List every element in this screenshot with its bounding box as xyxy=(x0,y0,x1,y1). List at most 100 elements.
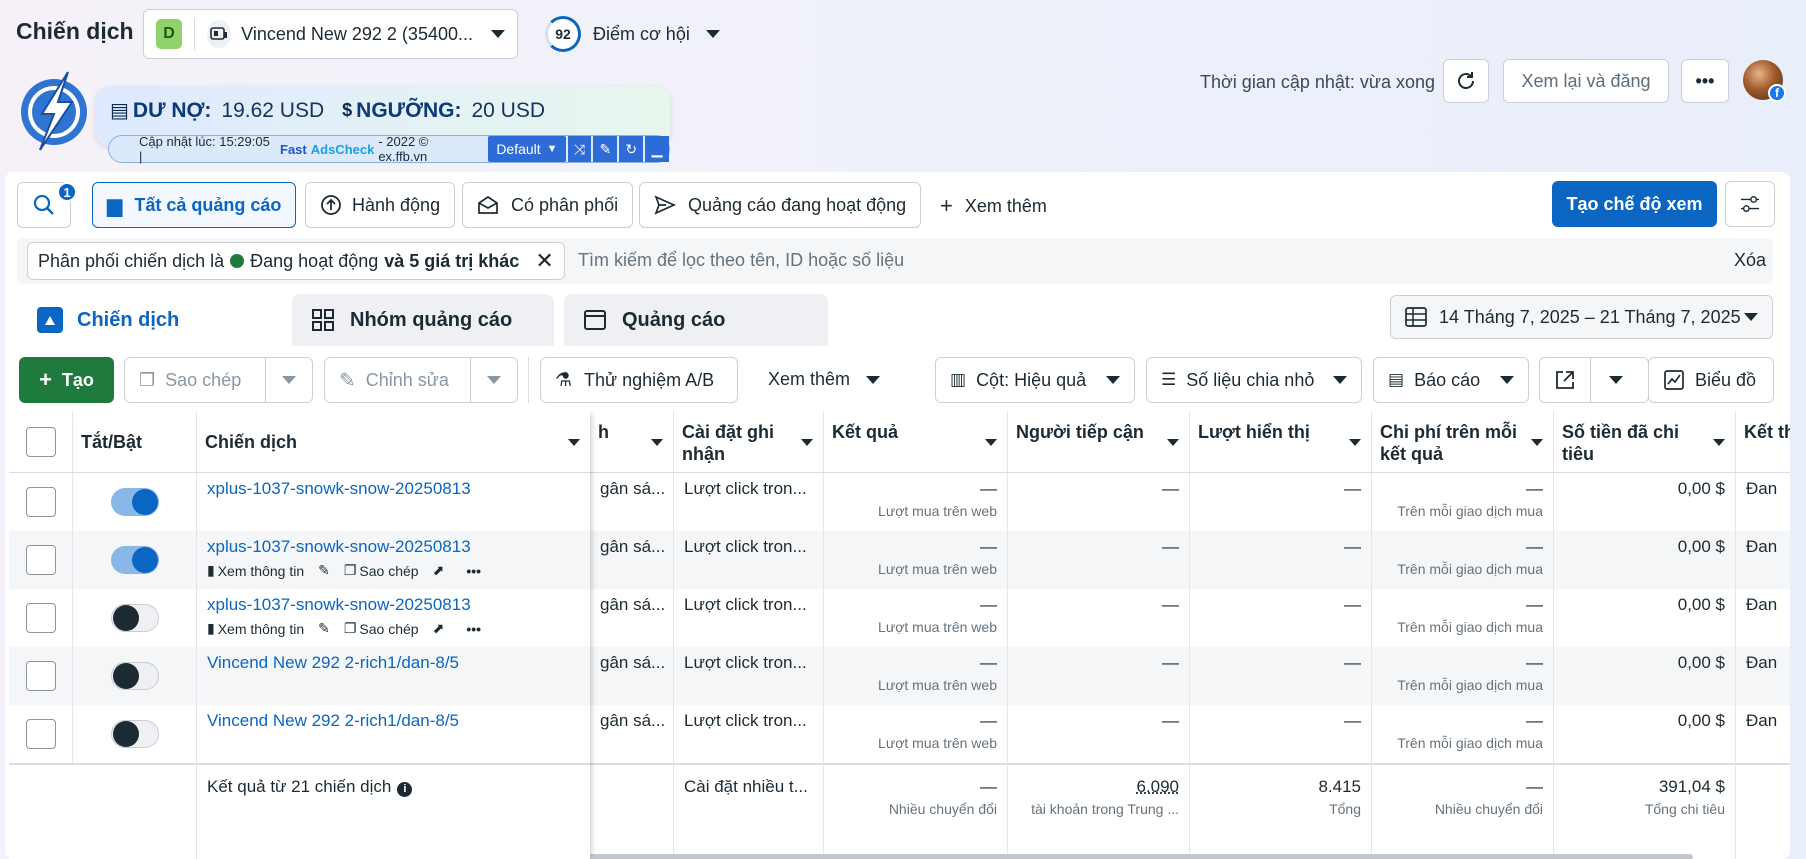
clear-filters-button[interactable]: Xóa xyxy=(1734,250,1766,271)
filter-chip[interactable]: Phân phối chiến dịch là Đang hoạt động v… xyxy=(27,242,565,280)
chart-trend-icon[interactable]: ⬈ xyxy=(433,562,445,579)
cell-value: gân sá... xyxy=(600,537,666,556)
duplicate-button-group[interactable]: ❐ Sao chép xyxy=(124,357,313,403)
select-all-checkbox[interactable] xyxy=(25,426,56,457)
reports-button[interactable]: ▤ Báo cáo xyxy=(1373,357,1529,403)
more-options-button[interactable]: ••• xyxy=(1681,59,1729,103)
ad-account-icon xyxy=(206,20,232,48)
refresh-button[interactable] xyxy=(1443,59,1489,103)
column-header-results[interactable]: Kết quả xyxy=(824,411,1008,473)
edit-icon[interactable]: ✎ xyxy=(593,136,618,162)
create-button[interactable]: + Tạo xyxy=(19,357,114,403)
close-icon[interactable]: ✕ xyxy=(535,248,553,274)
columns-button[interactable]: ▥ Cột: Hiệu quả xyxy=(935,357,1135,403)
columns-label: Cột: Hiệu quả xyxy=(976,369,1087,390)
row-checkbox[interactable] xyxy=(25,545,56,575)
row-more-button[interactable]: ••• xyxy=(466,563,481,579)
more-actions-button[interactable]: Xem thêm xyxy=(768,369,881,390)
export-icon[interactable] xyxy=(1540,369,1590,391)
duplicate-icon: ❐ xyxy=(139,369,156,390)
view-info-link[interactable]: Xem thông tin xyxy=(218,563,304,579)
chevron-down-icon[interactable] xyxy=(1609,376,1623,384)
date-range-picker[interactable]: 14 Tháng 7, 2025 – 21 Tháng 7, 2025 xyxy=(1390,295,1773,339)
view-info-link[interactable]: Xem thông tin xyxy=(218,621,304,637)
chevron-down-icon[interactable] xyxy=(282,376,296,384)
duplicate-link[interactable]: Sao chép xyxy=(359,563,418,579)
campaign-toggle[interactable] xyxy=(110,720,159,748)
summary-value[interactable]: 6.090 xyxy=(1018,777,1179,797)
shuffle-icon[interactable]: ⤨ xyxy=(567,136,592,162)
pencil-icon[interactable]: ✎ xyxy=(318,620,330,637)
profile-select[interactable]: Default ▼ xyxy=(488,136,566,162)
threshold-label: NGƯỠNG: xyxy=(356,98,462,122)
chevron-down-icon[interactable] xyxy=(487,376,501,384)
cell-cpr: — Trên mỗi giao dịch mua xyxy=(1372,589,1554,647)
campaign-name-link[interactable]: xplus-1037-snowk-snow-20250813 xyxy=(207,537,580,557)
column-header-reach[interactable]: Người tiếp cận xyxy=(1008,411,1190,473)
review-and-publish-button[interactable]: Xem lại và đăng xyxy=(1503,59,1669,103)
sync-icon[interactable]: ↻ xyxy=(619,136,644,162)
campaign-toggle[interactable] xyxy=(110,546,159,574)
account-selector[interactable]: D Vincend New 292 2 (35400... xyxy=(143,9,518,59)
column-header-campaign[interactable]: Chiến dịch xyxy=(197,411,590,473)
row-checkbox[interactable] xyxy=(25,603,56,633)
row-checkbox[interactable] xyxy=(25,487,56,517)
campaign-name-link[interactable]: Vincend New 292 2-rich1/dan-8/5 xyxy=(207,653,580,673)
chart-trend-icon[interactable]: ⬈ xyxy=(433,620,445,637)
ab-test-button[interactable]: ⚗ Thử nghiệm A/B xyxy=(540,357,738,403)
refresh-icon xyxy=(1458,72,1474,89)
toggle-knob xyxy=(131,489,158,515)
tab-campaigns[interactable]: Chiến dịch xyxy=(19,292,282,348)
export-button-group[interactable] xyxy=(1539,357,1649,403)
column-header-budget[interactable]: h xyxy=(590,411,674,473)
cell-cpr: — Trên mỗi giao dịch mua xyxy=(1372,531,1554,589)
pencil-icon[interactable]: ✎ xyxy=(318,562,330,579)
column-header-amount-spent[interactable]: Số tiền đã chi tiêu xyxy=(1554,411,1736,473)
tab-adsets[interactable]: Nhóm quảng cáo xyxy=(292,294,554,346)
horizontal-scrollbar[interactable] xyxy=(495,854,1693,859)
campaign-name-link[interactable]: xplus-1037-snowk-snow-20250813 xyxy=(207,479,580,499)
all-ads-button[interactable]: ▆ Tất cả quảng cáo xyxy=(92,182,297,228)
upload-circle-icon xyxy=(321,195,341,215)
column-header-cost-per-result[interactable]: Chi phí trên mỗi kết quả xyxy=(1372,411,1554,473)
cell-value: — xyxy=(980,595,997,614)
row-more-button[interactable]: ••• xyxy=(466,621,481,637)
column-header-ends[interactable]: Kết th xyxy=(1736,411,1790,473)
dollar-doc-icon: $ xyxy=(342,100,353,120)
row-checkbox[interactable] xyxy=(25,719,56,749)
cell-attribution: Lượt click tron... xyxy=(674,531,824,589)
debt-value: 19.62 USD xyxy=(221,98,325,122)
duplicate-link[interactable]: Sao chép xyxy=(359,621,418,637)
opportunity-score-button[interactable]: 92 Điểm cơ hội xyxy=(545,16,720,52)
cell-value: — xyxy=(1344,595,1361,614)
active-ads-button[interactable]: Quảng cáo đang hoạt động xyxy=(639,182,922,228)
status-suffix: - 2022 © ex.ffb.vn xyxy=(378,134,429,164)
row-checkbox[interactable] xyxy=(25,661,56,691)
campaign-name-link[interactable]: Vincend New 292 2-rich1/dan-8/5 xyxy=(207,711,580,731)
breakdown-button[interactable]: ☰ Số liệu chia nhỏ xyxy=(1146,357,1362,403)
campaign-name-link[interactable]: xplus-1037-snowk-snow-20250813 xyxy=(207,595,580,615)
tab-ads[interactable]: Quảng cáo xyxy=(564,294,828,346)
campaign-toggle[interactable] xyxy=(110,488,159,516)
column-header-attribution[interactable]: Cài đặt ghi nhận xyxy=(674,411,824,473)
create-view-button[interactable]: Tạo chế độ xem xyxy=(1552,181,1717,227)
settings-sliders-button[interactable] xyxy=(1725,181,1775,227)
chart-button[interactable]: Biểu đồ xyxy=(1648,357,1774,403)
column-header-impressions[interactable]: Lượt hiển thị xyxy=(1190,411,1372,473)
summary-reach: 6.090 tài khoản trong Trung ... xyxy=(1008,765,1190,859)
delivery-button[interactable]: Có phân phối xyxy=(462,182,634,228)
profile-select-value: Default xyxy=(496,141,541,157)
summary-value: Cài đặt nhiều t... xyxy=(684,777,808,796)
filter-search-input[interactable]: Tìm kiếm để lọc theo tên, ID hoặc số liệ… xyxy=(578,250,904,271)
info-icon[interactable]: i xyxy=(397,782,413,797)
cell-value: — xyxy=(1344,711,1361,730)
see-more-button[interactable]: + Xem thêm xyxy=(940,193,1047,219)
minimize-icon[interactable]: ▁ xyxy=(645,136,669,162)
campaign-toggle[interactable] xyxy=(110,662,159,690)
cell-value: — xyxy=(1344,537,1361,556)
cell-campaign-name: Vincend New 292 2-rich1/dan-8/5 xyxy=(197,647,590,705)
campaign-toggle[interactable] xyxy=(110,604,159,632)
cell-ends: Đan xyxy=(1736,531,1790,589)
edit-button-group[interactable]: ✎ Chỉnh sửa xyxy=(324,357,518,403)
actions-button[interactable]: Hành động xyxy=(305,182,456,228)
